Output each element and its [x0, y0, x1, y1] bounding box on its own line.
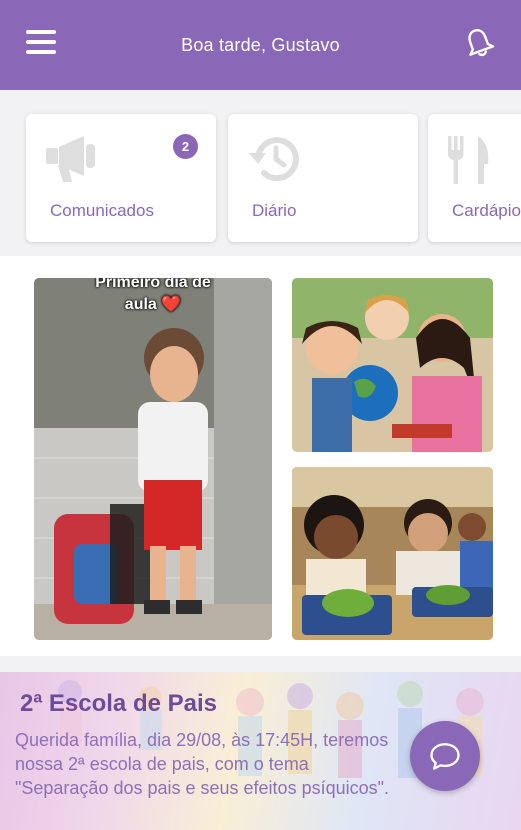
- child-backpack-photo: [34, 278, 272, 640]
- chat-button[interactable]: [410, 721, 480, 791]
- children-globe-photo: [292, 278, 493, 452]
- chat-bubble-icon: [430, 743, 460, 770]
- photo-caption: Primeiro dia de aula ❤️: [95, 278, 211, 313]
- megaphone-icon: [44, 132, 104, 188]
- gallery-photo-globe[interactable]: [292, 278, 493, 452]
- shortcut-cards-row: 2 Comunicados Diário Cardápio: [0, 90, 521, 256]
- gallery-photo-lunch[interactable]: [292, 467, 493, 640]
- card-cardapio[interactable]: Cardápio: [428, 114, 521, 242]
- card-comunicados[interactable]: 2 Comunicados: [26, 114, 216, 242]
- history-clock-icon: [246, 132, 306, 188]
- card-label-diario: Diário: [252, 201, 297, 220]
- fork-knife-icon: [446, 132, 506, 188]
- gallery-photo-first-day[interactable]: Primeiro dia de aula ❤️: [34, 278, 272, 640]
- app-header: Boa tarde, Gustavo: [0, 0, 521, 90]
- greeting-title: Boa tarde, Gustavo: [181, 34, 340, 55]
- card-label-cardapio: Cardápio: [452, 201, 521, 220]
- card-diario[interactable]: Diário: [228, 114, 418, 242]
- bell-icon[interactable]: [463, 26, 495, 60]
- unread-count-badge: 2: [173, 134, 198, 159]
- announcement-title: 2ª Escola de Pais: [20, 690, 217, 717]
- hamburger-menu-icon[interactable]: [26, 30, 56, 56]
- photo-gallery: Primeiro dia de aula ❤️: [0, 256, 521, 656]
- children-lunch-photo: [292, 467, 493, 640]
- announcement-body: Querida família, dia 29/08, às 17:45H, t…: [15, 730, 390, 798]
- card-label-comunicados: Comunicados: [50, 201, 154, 220]
